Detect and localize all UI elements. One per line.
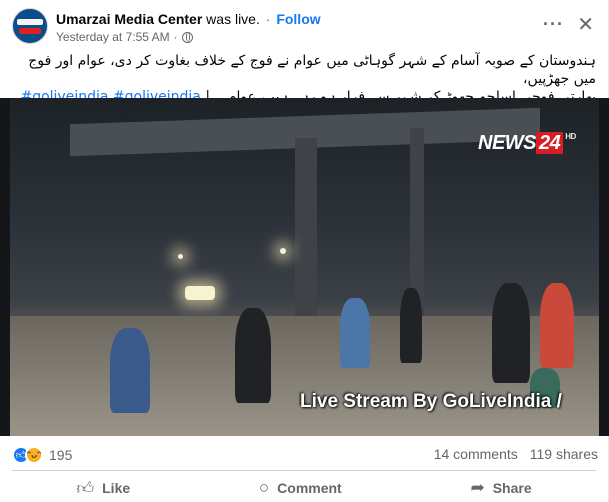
close-icon[interactable]: ✕ [577, 12, 594, 37]
globe-icon [181, 31, 193, 43]
share-button[interactable]: ➦ Share [444, 476, 557, 500]
avatar-logo-bottom [19, 27, 41, 34]
channel-logo: NEWS 24 HD [478, 132, 576, 155]
video-person [492, 283, 530, 383]
caption-line-1: ہندوستان کے صوبہ آسام کے شہر گوہاٹی میں … [28, 53, 596, 87]
channel-logo-prefix: NEWS [478, 132, 537, 154]
haha-reaction-icon: ᵔᴗᵔ [25, 446, 43, 464]
avatar-logo-top [17, 18, 43, 25]
more-horizontal-icon[interactable]: ··· [543, 14, 564, 35]
thumbs-up-icon: 👍︎ [76, 478, 95, 498]
post-title-line: Umarzai Media Center was live. · Follow [56, 11, 321, 27]
page-avatar[interactable] [12, 8, 48, 44]
video-person [340, 298, 370, 368]
status-text: was live. [206, 11, 260, 27]
channel-logo-hd: HD [565, 132, 576, 141]
like-button[interactable]: 👍︎ Like [50, 476, 156, 501]
actions-divider [12, 470, 596, 471]
comments-count-link[interactable]: 14 comments [434, 446, 518, 462]
share-icon: ➦ [470, 478, 485, 497]
post-actions-bar: 👍︎ Like ○ Comment ➦ Share [12, 474, 596, 502]
reaction-summary[interactable]: 👍︎ ᵔᴗᵔ 195 [12, 446, 72, 464]
follow-button[interactable]: Follow [276, 11, 320, 27]
video-vehicle-light [185, 286, 215, 300]
share-label: Share [492, 480, 532, 496]
comment-button[interactable]: ○ Comment [233, 476, 368, 500]
video-person [400, 288, 422, 363]
timestamp-link[interactable]: Yesterday at 7:55 AM [56, 30, 170, 44]
video-street-light [280, 248, 286, 254]
video-person [110, 328, 150, 413]
like-label: Like [102, 480, 131, 496]
reaction-icons: 👍︎ ᵔᴗᵔ [12, 446, 43, 464]
comment-icon: ○ [258, 478, 270, 497]
channel-logo-number: 24 [536, 132, 564, 154]
live-stream-overlay-text: Live Stream By GoLiveIndia / [300, 391, 562, 412]
engagement-counts: 14 comments 119 shares [434, 446, 598, 462]
video-person [235, 308, 271, 403]
video-person [540, 283, 574, 368]
facebook-post: Umarzai Media Center was live. · Follow … [0, 0, 609, 502]
video-street-light [178, 254, 183, 259]
meta-separator-dot: · [173, 30, 178, 44]
video-pillar [295, 138, 317, 338]
shares-count-link[interactable]: 119 shares [530, 446, 598, 462]
reaction-count[interactable]: 195 [49, 447, 72, 463]
post-header: Umarzai Media Center was live. · Follow … [12, 8, 596, 48]
comment-label: Comment [277, 480, 342, 496]
post-meta: Yesterday at 7:55 AM · [56, 30, 193, 44]
page-name-link[interactable]: Umarzai Media Center [56, 11, 202, 27]
separator-dot: · [265, 11, 271, 27]
video-player[interactable]: NEWS 24 HD Live Stream By GoLiveIndia / [0, 98, 609, 436]
